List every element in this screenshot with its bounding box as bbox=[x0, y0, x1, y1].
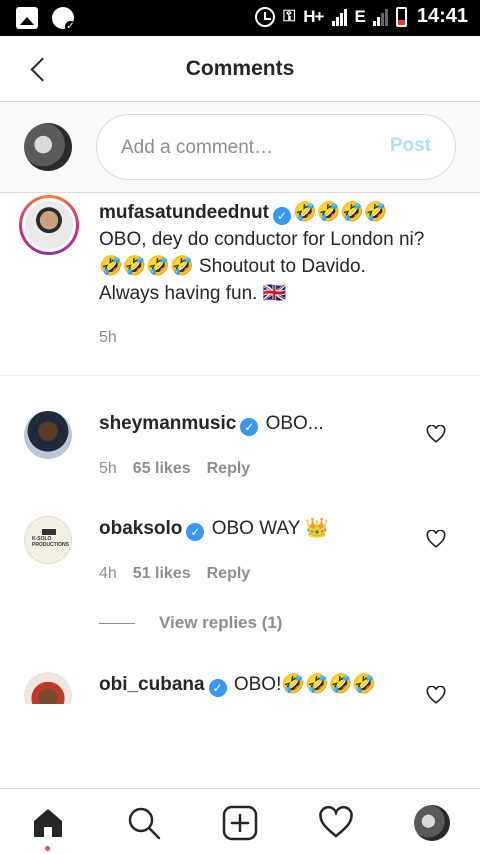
network-type-2: E bbox=[354, 6, 366, 26]
caption-emoji: 🤣🤣🤣🤣 bbox=[292, 201, 388, 223]
comment-text: sheymanmusic ✓ OBO... bbox=[99, 410, 324, 437]
likes-count[interactable]: 51 likes bbox=[133, 565, 191, 583]
comment-username[interactable]: sheymanmusic bbox=[99, 413, 236, 434]
reply-button[interactable]: Reply bbox=[207, 460, 251, 478]
alarm-icon bbox=[255, 6, 276, 27]
comment-composer: Post bbox=[0, 103, 480, 193]
view-replies-button[interactable]: View replies (1) bbox=[99, 613, 282, 633]
activity-heart-icon[interactable] bbox=[318, 805, 354, 841]
like-heart-icon[interactable] bbox=[426, 424, 446, 443]
avatar bbox=[25, 201, 73, 249]
comment-text: obi_cubana ✓ OBO!🤣🤣🤣🤣 bbox=[99, 671, 376, 698]
current-user-avatar bbox=[24, 123, 72, 171]
profile-avatar[interactable] bbox=[414, 805, 450, 841]
search-icon[interactable] bbox=[126, 805, 162, 841]
comment-text: obaksolo ✓ OBO WAY 👑 bbox=[99, 515, 329, 542]
caption-username[interactable]: mufasatundeednut bbox=[99, 202, 269, 223]
caption-body: OBO, dey do conductor for London ni? 🤣🤣🤣… bbox=[99, 229, 425, 304]
story-ring[interactable] bbox=[19, 195, 79, 255]
comment-meta: 4h 51 likes Reply bbox=[99, 565, 250, 583]
comment-meta: 5h 65 likes Reply bbox=[99, 460, 250, 478]
comment-body: OBO WAY 👑 bbox=[211, 518, 329, 539]
comment-body: OBO... bbox=[265, 413, 324, 434]
comments-header: Comments bbox=[0, 36, 480, 102]
likes-count[interactable]: 65 likes bbox=[133, 460, 191, 478]
verified-badge-icon: ✓ bbox=[272, 207, 291, 225]
status-bar: ⚿ H+ E 14:41 bbox=[0, 0, 480, 36]
home-icon[interactable] bbox=[30, 805, 66, 841]
comment-time: 5h bbox=[99, 460, 117, 477]
post-button[interactable]: Post bbox=[390, 135, 431, 157]
new-post-icon[interactable] bbox=[222, 805, 258, 841]
like-heart-icon[interactable] bbox=[426, 685, 446, 704]
network-type-1: H+ bbox=[303, 6, 324, 26]
battery-low-icon bbox=[395, 6, 407, 27]
page-title: Comments bbox=[185, 57, 295, 80]
verified-badge-icon: ✓ bbox=[186, 523, 205, 541]
caption-time: 5h bbox=[99, 329, 117, 346]
replies-divider bbox=[99, 622, 135, 624]
like-heart-icon[interactable] bbox=[426, 529, 446, 548]
comment-username[interactable]: obi_cubana bbox=[99, 674, 205, 695]
avatar-logo-text: K-SOLO PRODUCTIONS bbox=[32, 536, 69, 548]
vpn-key-icon: ⚿ bbox=[283, 7, 296, 25]
post-caption: mufasatundeednut ✓ 🤣🤣🤣🤣 OBO, dey do conduc… bbox=[0, 194, 480, 376]
avatar[interactable] bbox=[24, 672, 72, 704]
verified-badge-icon: ✓ bbox=[240, 418, 259, 436]
signal-bars-icon bbox=[331, 8, 347, 26]
notification-dot bbox=[45, 846, 50, 851]
clock: 14:41 bbox=[416, 5, 468, 27]
comment-input[interactable] bbox=[121, 135, 361, 161]
app-notification-icon bbox=[52, 7, 76, 32]
caption-text: mufasatundeednut ✓ 🤣🤣🤣🤣 OBO, dey do conduc… bbox=[99, 199, 429, 307]
avatar[interactable] bbox=[24, 411, 72, 459]
gallery-notification-icon bbox=[16, 7, 38, 29]
reply-button[interactable]: Reply bbox=[207, 565, 251, 583]
comment-body: OBO!🤣🤣🤣🤣 bbox=[233, 674, 376, 695]
bottom-nav bbox=[0, 788, 480, 854]
verified-badge-icon: ✓ bbox=[208, 679, 227, 697]
comment-username[interactable]: obaksolo bbox=[99, 518, 182, 539]
view-replies-label: View replies (1) bbox=[159, 613, 283, 632]
caption-meta: 5h bbox=[99, 329, 117, 347]
comment-time: 4h bbox=[99, 565, 117, 582]
signal-bars-icon-2 bbox=[372, 8, 388, 26]
comment-box[interactable]: Post bbox=[96, 114, 456, 180]
avatar[interactable]: K-SOLO PRODUCTIONS bbox=[24, 516, 72, 564]
comments-list[interactable]: mufasatundeednut ✓ 🤣🤣🤣🤣 OBO, dey do conduc… bbox=[0, 194, 480, 704]
